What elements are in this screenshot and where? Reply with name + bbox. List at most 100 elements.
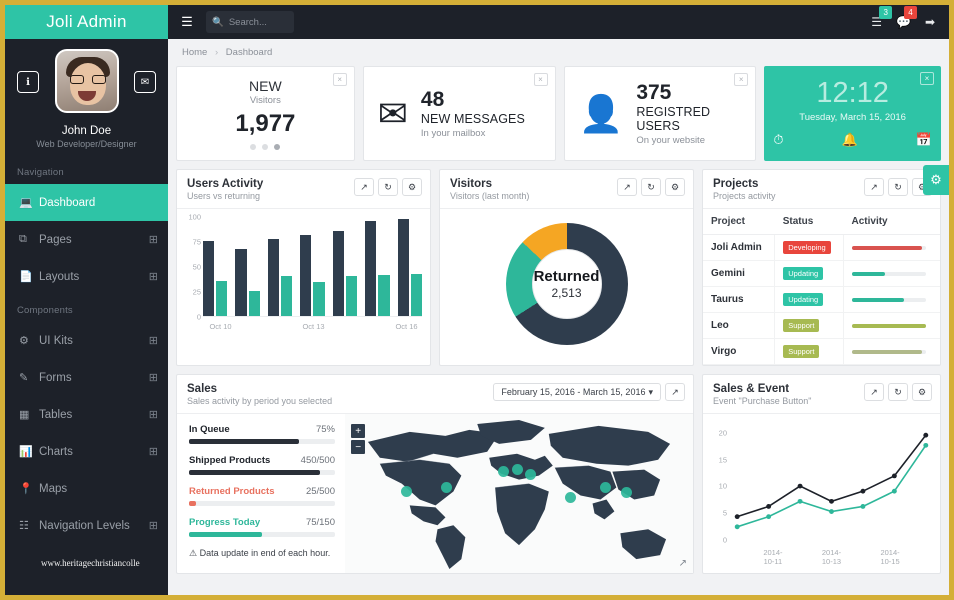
expand-icon[interactable]: ⊞ xyxy=(149,371,158,384)
refresh-icon[interactable]: ↻ xyxy=(888,383,908,401)
x-tick xyxy=(360,322,391,331)
sidebar-item-ui-kits[interactable]: ⚙ UI Kits ⊞ xyxy=(5,322,168,359)
logout-icon[interactable]: ➡ xyxy=(925,15,935,29)
stat-sub: On your website xyxy=(636,135,755,146)
world-map[interactable]: + − xyxy=(345,414,693,573)
sidebar-item-tables[interactable]: ▦ Tables ⊞ xyxy=(5,396,168,433)
sidebar-item-navigation-levels[interactable]: ☷ Navigation Levels ⊞ xyxy=(5,507,168,544)
search-placeholder: Search... xyxy=(229,17,267,28)
sales-note-text: Data update in end of each hour. xyxy=(200,548,331,558)
expand-icon[interactable]: ↗ xyxy=(679,558,687,569)
breadcrumb-home[interactable]: Home xyxy=(182,47,207,58)
close-icon[interactable]: × xyxy=(534,73,548,86)
status-badge: Support xyxy=(783,345,819,358)
sidebar-item-forms[interactable]: ✎ Forms ⊞ xyxy=(5,359,168,396)
envelope-icon[interactable]: ✉ xyxy=(134,71,156,93)
chevron-down-icon: ▾ xyxy=(648,387,653,398)
clock-icon[interactable]: ⏱ xyxy=(773,132,783,148)
bar xyxy=(398,219,409,316)
sidebar-item-pages[interactable]: ⧉ Pages ⊞ xyxy=(5,221,168,258)
chat-icon[interactable]: 💬 4 xyxy=(896,15,911,29)
table-row[interactable]: LeoSupport xyxy=(703,313,940,339)
project-name: Taurus xyxy=(703,287,775,313)
menu-toggle-icon[interactable]: ☰ xyxy=(168,14,206,30)
sidebar-item-layouts[interactable]: 📄 Layouts ⊞ xyxy=(5,258,168,295)
activity-cell xyxy=(843,261,940,287)
zoom-out-button[interactable]: − xyxy=(351,440,365,454)
warning-icon: ⚠ xyxy=(189,548,197,558)
bell-icon[interactable]: 🔔 xyxy=(842,132,858,148)
brand-title[interactable]: Joli Admin xyxy=(5,5,168,39)
date-range-picker[interactable]: February 15, 2016 - March 15, 2016 ▾ xyxy=(493,383,661,401)
map-marker[interactable] xyxy=(512,464,523,475)
map-marker[interactable] xyxy=(565,492,576,503)
activity-bar xyxy=(852,298,926,302)
stat-value: 48 xyxy=(421,89,525,110)
y-axis-labels: 05101520 xyxy=(707,422,727,540)
table-row[interactable]: VirgoSupport xyxy=(703,339,940,365)
expand-icon[interactable]: ⊞ xyxy=(149,233,158,246)
stat-card-users: × 👤 375 REGISTRED USERS On your website xyxy=(564,66,757,161)
bar xyxy=(249,291,260,316)
calendar-icon[interactable]: 📅 xyxy=(916,132,932,148)
expand-icon[interactable]: ⊞ xyxy=(149,519,158,532)
sidebar-item-dashboard[interactable]: 💻 Dashboard xyxy=(5,184,168,221)
map-marker[interactable] xyxy=(621,487,632,498)
x-tick xyxy=(846,548,875,566)
bar xyxy=(346,276,357,316)
mail-icon[interactable]: ☰ 3 xyxy=(871,15,882,29)
bar xyxy=(281,276,292,316)
settings-icon[interactable]: ⚙ xyxy=(665,178,685,196)
expand-icon[interactable]: ⊞ xyxy=(149,270,158,283)
close-icon[interactable]: × xyxy=(920,72,934,85)
mail-badge: 3 xyxy=(879,6,892,19)
map-marker[interactable] xyxy=(498,466,509,477)
x-tick: Oct 16 xyxy=(391,322,422,331)
sidebar-item-maps[interactable]: 📍 Maps xyxy=(5,470,168,507)
info-icon[interactable]: ℹ xyxy=(17,71,39,93)
map-marker[interactable] xyxy=(401,486,412,497)
pencil-icon: ✎ xyxy=(19,371,39,384)
refresh-icon[interactable]: ↻ xyxy=(888,178,908,196)
stat-card-messages: × ✉ 48 NEW MESSAGES In your mailbox xyxy=(363,66,556,161)
refresh-icon[interactable]: ↻ xyxy=(378,178,398,196)
table-row[interactable]: TaurusUpdating xyxy=(703,287,940,313)
search-icon: 🔍 xyxy=(212,17,224,28)
sidebar: Joli Admin ℹ ✉ John Doe Web Developer/De… xyxy=(5,5,168,595)
x-axis-labels: Oct 10Oct 13Oct 16 xyxy=(203,322,422,331)
status-cell: Updating xyxy=(775,261,844,287)
stats-row: × NEW Visitors 1,977 × ✉ 48 NEW MESSAGES… xyxy=(168,66,949,161)
donut-chart: Returned 2,513 xyxy=(506,223,628,345)
close-icon[interactable]: × xyxy=(734,73,748,86)
gears-icon[interactable]: ⚙ xyxy=(923,165,949,195)
settings-icon[interactable]: ⚙ xyxy=(402,178,422,196)
expand-icon[interactable]: ↗ xyxy=(864,178,884,196)
zoom-in-button[interactable]: + xyxy=(351,424,365,438)
table-row[interactable]: Joli AdminDeveloping xyxy=(703,235,940,261)
map-zoom-controls[interactable]: + − xyxy=(351,424,365,456)
map-marker[interactable] xyxy=(441,482,452,493)
map-marker[interactable] xyxy=(600,482,611,493)
progress-track xyxy=(189,439,335,444)
expand-icon[interactable]: ⊞ xyxy=(149,445,158,458)
carousel-dots[interactable] xyxy=(250,144,280,150)
expand-icon[interactable]: ↗ xyxy=(617,178,637,196)
table-row[interactable]: GeminiUpdating xyxy=(703,261,940,287)
expand-icon[interactable]: ↗ xyxy=(864,383,884,401)
expand-icon[interactable]: ⊞ xyxy=(149,334,158,347)
stat-label: REGISTRED USERS xyxy=(636,105,755,133)
close-icon[interactable]: × xyxy=(333,73,347,86)
map-marker[interactable] xyxy=(525,469,536,480)
avatar[interactable] xyxy=(55,49,119,113)
refresh-icon[interactable]: ↻ xyxy=(641,178,661,196)
expand-icon[interactable]: ⊞ xyxy=(149,408,158,421)
bar-group xyxy=(398,219,422,316)
settings-icon[interactable]: ⚙ xyxy=(912,383,932,401)
bar-group xyxy=(203,241,227,316)
sidebar-item-charts[interactable]: 📊 Charts ⊞ xyxy=(5,433,168,470)
stat-value: 1,977 xyxy=(235,110,295,138)
x-axis-labels: 2014-10-112014-10-132014-10-15 xyxy=(729,548,934,566)
expand-icon[interactable]: ↗ xyxy=(354,178,374,196)
search-input[interactable]: 🔍 Search... xyxy=(206,11,294,33)
expand-icon[interactable]: ↗ xyxy=(665,383,685,401)
